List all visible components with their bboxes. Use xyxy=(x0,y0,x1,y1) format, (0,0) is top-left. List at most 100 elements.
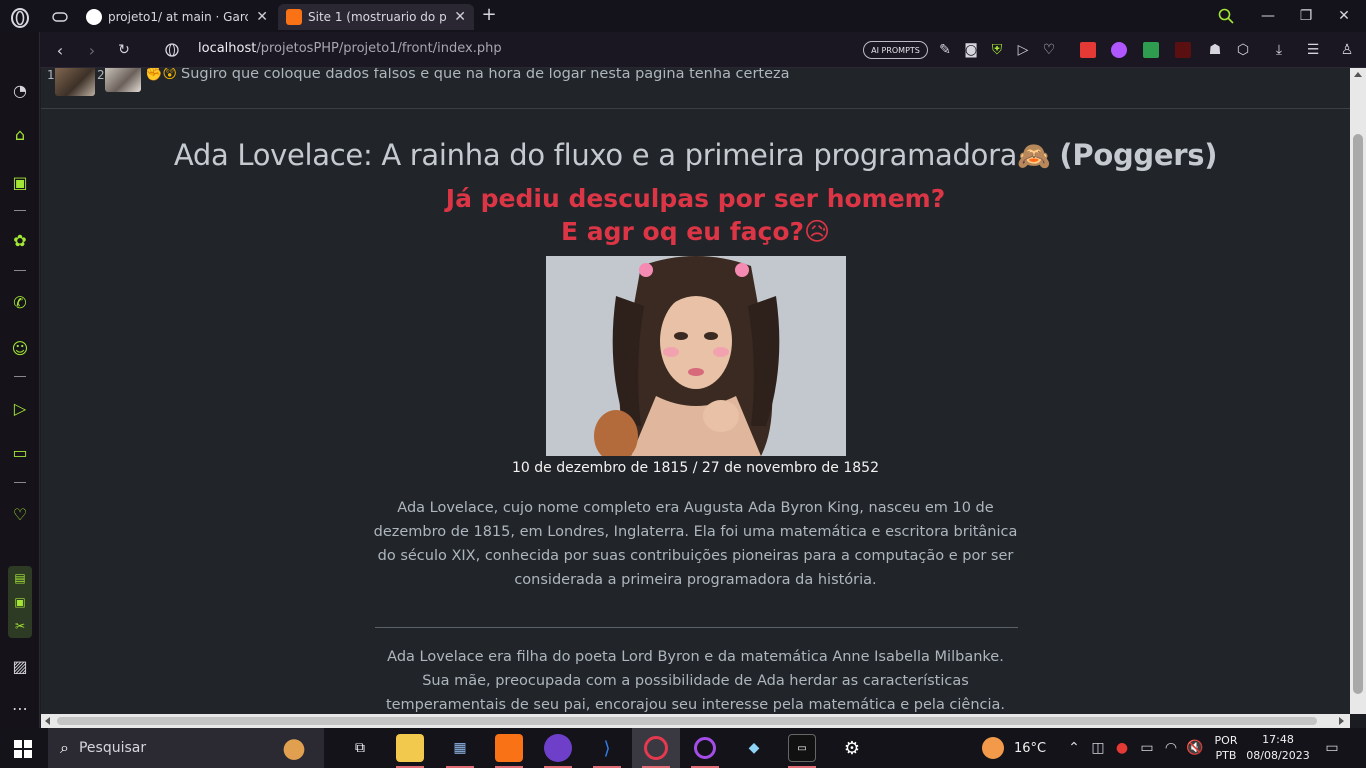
page-content: 1 2 ✊😲 Sugiro que coloque dados falsos e… xyxy=(41,68,1350,714)
clock[interactable]: 17:48 08/08/2023 xyxy=(1246,732,1310,764)
camera-icon[interactable]: ◙ xyxy=(962,40,980,60)
tab-bar: projeto1/ at main · Garciaza ✕ Site 1 (m… xyxy=(0,0,1366,32)
thumbnail-image[interactable] xyxy=(55,68,95,96)
download-icon[interactable]: ⤓ xyxy=(1270,40,1288,60)
taskbar-search[interactable]: ⌕ Pesquisar xyxy=(48,728,324,768)
task-view-icon[interactable]: ⧉ xyxy=(346,734,374,762)
shield-icon[interactable]: ⛨ xyxy=(988,40,1006,60)
profile-icon[interactable]: ♙ xyxy=(1338,40,1356,60)
ai-prompts-button[interactable]: AI PROMPTS xyxy=(863,41,928,59)
keyboard-layout: PTB xyxy=(1215,749,1237,762)
tab-github[interactable]: projeto1/ at main · Garciaza ✕ xyxy=(78,4,276,30)
wifi-icon[interactable]: ◠ xyxy=(1162,738,1180,758)
cat-icon xyxy=(276,732,312,764)
more-icon[interactable]: ⋯ xyxy=(8,696,32,720)
github-desktop-icon[interactable] xyxy=(544,734,572,762)
search-placeholder: Pesquisar xyxy=(78,740,147,756)
player-icon[interactable]: ▷ xyxy=(8,396,32,420)
opera-gx-taskbar-button[interactable] xyxy=(632,728,680,768)
extension-darkred-icon[interactable] xyxy=(1175,42,1191,58)
language-code: POR xyxy=(1214,734,1238,747)
easy-setup-icon[interactable]: ☰ xyxy=(1304,40,1322,60)
tab-title: projeto1/ at main · Garciaza xyxy=(108,10,249,24)
new-tab-button[interactable]: + xyxy=(480,4,498,25)
discord-icon[interactable]: ☺ xyxy=(8,336,32,360)
scroll-left-arrow-icon[interactable] xyxy=(45,717,50,725)
extension-purple-icon[interactable] xyxy=(1111,42,1127,58)
divider xyxy=(14,376,26,377)
thumb-number: 1 xyxy=(47,68,55,82)
windows-start-icon[interactable] xyxy=(14,740,32,758)
sad-emoji: 😥 xyxy=(804,217,831,246)
chip-icon[interactable]: ▣ xyxy=(8,170,32,194)
divider xyxy=(14,210,26,211)
gamepad-icon[interactable] xyxy=(48,6,72,28)
show-hidden-icons-icon[interactable]: ⌃ xyxy=(1066,738,1082,758)
site-info-icon[interactable] xyxy=(162,40,182,60)
reload-icon[interactable]: ↻ xyxy=(114,40,134,60)
extension-red-icon[interactable] xyxy=(1080,42,1096,58)
scrollbar-thumb[interactable] xyxy=(57,717,1317,725)
scroll-right-arrow-icon[interactable] xyxy=(1339,717,1344,725)
app-icon[interactable]: ◆ xyxy=(740,734,768,762)
heart-outline-icon[interactable]: ♡ xyxy=(1040,40,1058,60)
xampp-icon[interactable] xyxy=(495,734,523,762)
whatsapp-icon[interactable]: ✆ xyxy=(8,290,32,314)
emoji-icon: ✊😲 xyxy=(145,68,178,82)
settings-icon[interactable]: ⚙ xyxy=(838,734,866,762)
see-no-evil-emoji: 🙈 xyxy=(1017,141,1051,172)
search-tabs-icon[interactable] xyxy=(1216,6,1236,26)
heart-icon[interactable]: ♡ xyxy=(8,502,32,526)
weather-temp: 16°C xyxy=(1014,740,1047,756)
network-error-icon[interactable]: ● xyxy=(1114,738,1130,758)
notifications-icon[interactable]: ▭ xyxy=(1322,738,1342,758)
extension-green-icon[interactable] xyxy=(1143,42,1159,58)
life-dates: 10 de dezembro de 1815 / 27 de novembro … xyxy=(512,460,879,476)
gx-control-panel[interactable]: ▤ ▣ ✂ xyxy=(8,566,32,638)
forward-icon[interactable]: › xyxy=(82,40,102,60)
file-explorer-icon[interactable] xyxy=(396,734,424,762)
meet-icon[interactable]: ◫ xyxy=(1090,738,1106,758)
back-icon[interactable]: ‹ xyxy=(50,40,70,60)
close-tab-icon[interactable]: ✕ xyxy=(256,9,268,25)
vertical-scrollbar[interactable] xyxy=(1350,68,1366,714)
weather-widget[interactable]: 16°C xyxy=(982,736,1046,760)
xampp-icon xyxy=(286,9,302,25)
thumb-number: 2 xyxy=(97,68,105,82)
robot-icon[interactable]: ☗ xyxy=(1206,40,1224,60)
volume-muted-icon[interactable]: 🔇 xyxy=(1186,738,1204,758)
control-panel-icon[interactable]: ▦ xyxy=(446,734,474,762)
horizontal-scrollbar[interactable] xyxy=(41,714,1350,728)
edit-icon[interactable]: ✎ xyxy=(936,40,954,60)
vscode-icon[interactable]: ⟩ xyxy=(593,734,621,762)
speed-dial-icon[interactable]: ◔ xyxy=(8,78,32,102)
language-indicator[interactable]: POR PTB xyxy=(1210,733,1242,763)
clock-date: 08/08/2023 xyxy=(1246,749,1310,762)
subheading-2: E agr oq eu faço?😥 xyxy=(41,217,1350,246)
shopping-bag-icon[interactable]: ⌂ xyxy=(8,122,32,146)
minimize-icon[interactable]: — xyxy=(1258,6,1278,26)
opera-gx-icon xyxy=(644,736,668,760)
send-icon[interactable]: ▷ xyxy=(1014,40,1032,60)
biography-paragraph-1: Ada Lovelace, cujo nome completo era Aug… xyxy=(373,500,1018,588)
chatgpt-icon[interactable]: ✿ xyxy=(8,228,32,252)
scrollbar-thumb[interactable] xyxy=(1353,134,1363,694)
portrait-photo xyxy=(546,256,846,456)
search-icon: ⌕ xyxy=(60,738,69,757)
close-tab-icon[interactable]: ✕ xyxy=(454,9,466,25)
subheading-1: Já pediu desculpas por ser homem? xyxy=(445,184,946,213)
scroll-up-arrow-icon[interactable] xyxy=(1354,72,1362,77)
terminal-icon[interactable]: ▭ xyxy=(788,734,816,762)
battery-icon[interactable]: ▭ xyxy=(1138,738,1156,758)
gallery-icon[interactable]: ▨ xyxy=(8,654,32,678)
address-bar[interactable]: localhost/projetosPHP/projeto1/front/ind… xyxy=(198,41,502,61)
close-window-icon[interactable]: ✕ xyxy=(1334,6,1354,26)
thumbnail-image[interactable] xyxy=(105,68,141,92)
cube-icon[interactable]: ⬡ xyxy=(1234,40,1252,60)
restore-icon[interactable]: ❐ xyxy=(1296,6,1316,26)
taskbar: ⌕ Pesquisar ⧉ ▦ ⟩ ◆ ▭ ⚙ 16°C ⌃ ◫ ● ▭ ◠ 🔇… xyxy=(0,728,1366,768)
wallet-icon[interactable]: ▭ xyxy=(8,440,32,464)
opera-icon[interactable] xyxy=(691,734,719,762)
tab-site1[interactable]: Site 1 (mostruario do proje ✕ xyxy=(278,4,474,30)
opera-logo-icon[interactable] xyxy=(8,6,32,30)
